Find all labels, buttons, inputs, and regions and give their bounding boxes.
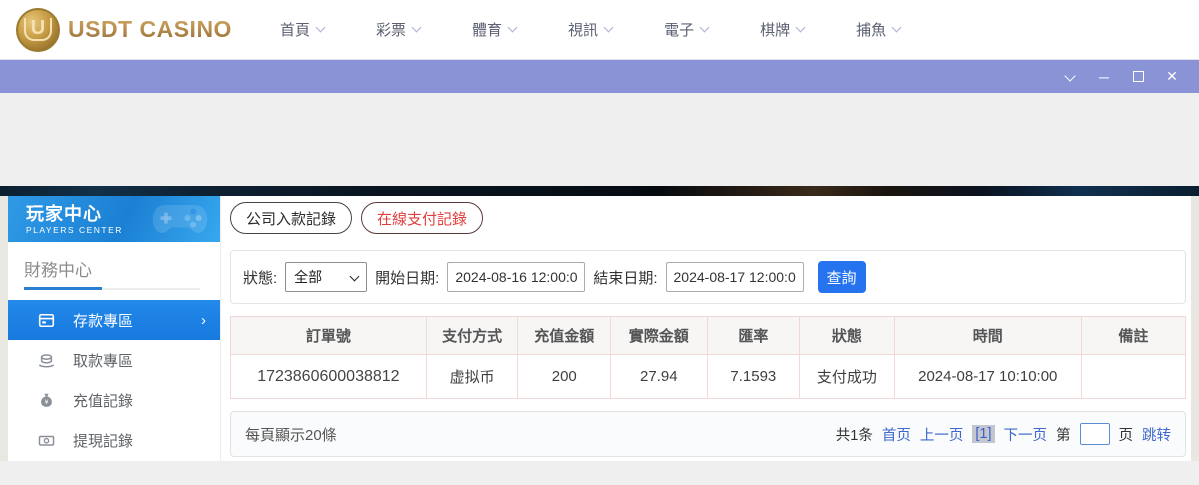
sidebar-item-recharge-records[interactable]: ¥ 充值記錄: [8, 380, 220, 420]
col-payment-method: 支付方式: [426, 317, 518, 355]
chevron-down-icon: [316, 23, 326, 33]
nav-item-fishing[interactable]: 捕魚: [856, 19, 900, 40]
tab-online-payment-records[interactable]: 在線支付記錄: [361, 202, 483, 234]
sidebar-title: 玩家中心: [26, 204, 123, 224]
sidebar-header: 玩家中心 PLAYERS CENTER: [8, 196, 220, 242]
sidebar-menu: 存款專區 › 取款專區 ¥: [8, 290, 220, 461]
status-select[interactable]: 全部: [285, 262, 367, 292]
cell-order-no: 1723860600038812: [231, 355, 427, 399]
total-count-text: 共1条: [836, 424, 873, 445]
prev-page-link[interactable]: 上一页: [920, 424, 964, 445]
logo-u-glyph: U: [24, 18, 52, 41]
start-date-input[interactable]: [447, 262, 585, 292]
sidebar-subtitle: PLAYERS CENTER: [26, 225, 123, 235]
current-page-indicator[interactable]: [1]: [972, 425, 994, 443]
background-banner-strip: [0, 186, 1199, 196]
deposit-card-icon: [38, 312, 55, 329]
banknote-icon: [38, 432, 55, 449]
chevron-down-icon: [892, 23, 902, 33]
page-jump-input[interactable]: [1080, 423, 1110, 445]
status-label: 狀態:: [243, 267, 277, 288]
first-page-link[interactable]: 首页: [882, 424, 911, 445]
app-window: U USDT CASINO 首頁 彩票 體育 視訊 電子 棋牌 捕魚 ─ ✕: [0, 0, 1199, 485]
status-select-wrap: 全部: [285, 262, 367, 292]
player-center-panel: 玩家中心 PLAYERS CENTER 財務中心: [8, 196, 1191, 461]
window-titlebar: ─ ✕: [0, 60, 1199, 93]
cell-status: 支付成功: [800, 355, 895, 399]
next-page-link[interactable]: 下一页: [1004, 424, 1048, 445]
logo-ball-icon: U: [16, 8, 60, 52]
sidebar-item-withdrawal-records[interactable]: 提現記錄: [8, 420, 220, 460]
jump-action-link[interactable]: 跳转: [1142, 424, 1171, 445]
logo: U USDT CASINO: [16, 8, 246, 52]
sidebar: 玩家中心 PLAYERS CENTER 財務中心: [8, 196, 220, 461]
col-order-no: 訂單號: [231, 317, 427, 355]
blank-area: [0, 93, 1199, 186]
window-menu-chevron-button[interactable]: [1053, 60, 1087, 93]
chevron-down-icon: [700, 23, 710, 33]
col-recharge-amount: 充值金額: [518, 317, 611, 355]
start-date-label: 開始日期:: [375, 267, 439, 288]
nav-item-cards[interactable]: 棋牌: [760, 19, 804, 40]
col-status: 狀態: [800, 317, 895, 355]
end-date-label: 結束日期:: [593, 267, 657, 288]
window-close-button[interactable]: ✕: [1155, 60, 1189, 93]
nav-item-slots[interactable]: 電子: [664, 19, 708, 40]
end-date-input[interactable]: [666, 262, 804, 292]
main-area: 玩家中心 PLAYERS CENTER 財務中心: [0, 196, 1199, 461]
bottom-gray-strip: [0, 461, 1199, 485]
sidebar-item-withdraw-zone[interactable]: 取款專區: [8, 340, 220, 380]
sidebar-section-finance-center: 財務中心: [8, 242, 220, 290]
pager: 共1条 首页 上一页 [1] 下一页 第 页 跳转: [836, 423, 1171, 445]
records-content: 公司入款記錄 在線支付記錄 狀態: 全部 開始日期: 結束日期: 查詢: [221, 196, 1191, 461]
cell-remarks: [1081, 355, 1185, 399]
col-remarks: 備註: [1081, 317, 1185, 355]
jump-suffix-label: 页: [1119, 424, 1134, 445]
chevron-down-icon: [604, 23, 614, 33]
cell-exchange-rate: 7.1593: [707, 355, 800, 399]
money-bag-icon: ¥: [38, 392, 55, 409]
chevron-down-icon: [1064, 70, 1075, 81]
filter-panel: 狀態: 全部 開始日期: 結束日期: 查詢: [230, 250, 1186, 304]
cell-payment-method: 虚拟币: [426, 355, 518, 399]
sidebar-item-deposit-zone[interactable]: 存款專區 ›: [8, 300, 220, 340]
maximize-icon: [1133, 71, 1144, 82]
top-navigation-bar: U USDT CASINO 首頁 彩票 體育 視訊 電子 棋牌 捕魚: [0, 0, 1199, 60]
withdraw-coins-icon: [38, 352, 55, 369]
table-header-row: 訂單號 支付方式 充值金額 實際金額 匯率 狀態 時間 備註: [231, 317, 1186, 355]
pagination-bar: 每頁顯示20條 共1条 首页 上一页 [1] 下一页 第 页 跳转: [230, 411, 1186, 457]
col-time: 時間: [894, 317, 1081, 355]
main-menu: 首頁 彩票 體育 視訊 電子 棋牌 捕魚: [280, 19, 900, 40]
cell-actual-amount: 27.94: [611, 355, 707, 399]
nav-item-live[interactable]: 視訊: [568, 19, 612, 40]
logo-text: USDT CASINO: [68, 16, 232, 43]
payment-records-table: 訂單號 支付方式 充值金額 實際金額 匯率 狀態 時間 備註 172386060: [230, 316, 1186, 399]
gamepad-icon: [150, 198, 210, 240]
chevron-down-icon: [796, 23, 806, 33]
cell-time: 2024-08-17 10:10:00: [894, 355, 1081, 399]
nav-item-lottery[interactable]: 彩票: [376, 19, 420, 40]
page-size-text: 每頁顯示20條: [245, 424, 337, 445]
window-maximize-button[interactable]: [1121, 60, 1155, 93]
query-button[interactable]: 查詢: [818, 261, 866, 293]
cell-recharge-amount: 200: [518, 355, 611, 399]
chevron-down-icon: [412, 23, 422, 33]
nav-item-sports[interactable]: 體育: [472, 19, 516, 40]
tab-company-deposit-records[interactable]: 公司入款記錄: [230, 202, 352, 234]
chevron-right-icon: ›: [201, 313, 206, 328]
chevron-down-icon: [508, 23, 518, 33]
record-tabs: 公司入款記錄 在線支付記錄: [230, 202, 1186, 234]
window-minimize-button[interactable]: ─: [1087, 60, 1121, 93]
nav-item-home[interactable]: 首頁: [280, 19, 324, 40]
table-row: 1723860600038812 虚拟币 200 27.94 7.1593 支付…: [231, 355, 1186, 399]
col-exchange-rate: 匯率: [707, 317, 800, 355]
col-actual-amount: 實際金額: [611, 317, 707, 355]
svg-text:¥: ¥: [45, 399, 49, 406]
jump-prefix-label: 第: [1056, 424, 1071, 445]
